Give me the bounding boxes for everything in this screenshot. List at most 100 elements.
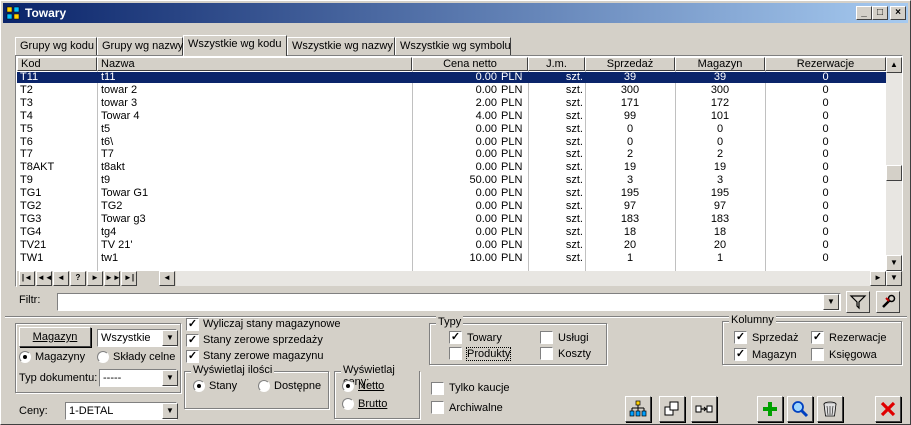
nav-first-button[interactable]: |◄ <box>19 271 35 286</box>
filter-input[interactable] <box>57 293 841 311</box>
cell-magazyn: 19 <box>713 162 727 174</box>
radio-netto[interactable] <box>342 380 354 392</box>
cell-magazyn: 0 <box>716 123 724 135</box>
nav-next-page-button[interactable]: ►► <box>104 271 121 286</box>
tab-grupy-wg-nazwy[interactable]: Grupy wg nazwy <box>97 37 183 55</box>
scroll-end-button[interactable]: ▼ <box>886 271 902 286</box>
koszty-checkbox[interactable] <box>540 347 553 360</box>
tylko-kaucje-label: Tylko kaucje <box>449 382 510 394</box>
filter-settings-button[interactable] <box>876 291 900 313</box>
cell-jm: szt. <box>565 72 583 83</box>
maximize-button[interactable]: □ <box>872 6 888 20</box>
nav-prev-page-button[interactable]: ◄◄ <box>36 271 53 286</box>
magazyn-button[interactable]: Magazyn <box>19 327 91 347</box>
radio-magazyny[interactable] <box>19 351 31 363</box>
nav-prev-button[interactable]: ◄ <box>53 271 69 286</box>
filter-button[interactable] <box>846 291 870 313</box>
hierarchy-button[interactable] <box>625 396 651 422</box>
cell-kod: T5 <box>20 123 33 135</box>
kolumna-magazyn-checkbox[interactable]: ✓ <box>734 348 747 361</box>
koszty-label: Koszty <box>558 348 592 360</box>
filter-dropdown-button[interactable]: ▼ <box>823 294 839 310</box>
scroll-up-button[interactable]: ▲ <box>886 57 902 73</box>
zerowe-sprzedazy-checkbox[interactable]: ✓ <box>186 334 199 347</box>
table-row[interactable]: TG1 Towar G1 0.00 PLN szt. 195 195 0 <box>17 188 886 199</box>
uslugi-checkbox[interactable] <box>540 331 553 344</box>
ceny-combo-arrow[interactable]: ▼ <box>162 403 178 419</box>
produkty-checkbox[interactable] <box>449 347 462 360</box>
search-button[interactable] <box>787 396 813 422</box>
column-header-cena-netto[interactable]: Cena netto <box>412 57 528 71</box>
products-grid[interactable]: Kod Nazwa Cena netto J.m. Sprzedaż Magaz… <box>15 55 903 287</box>
kolumna-rezerwacje-checkbox[interactable]: ✓ <box>811 331 824 344</box>
column-header-magazyn[interactable]: Magazyn <box>675 57 765 71</box>
tab-wszystkie-wg-kodu[interactable]: Wszystkie wg kodu <box>183 35 287 56</box>
minimize-button[interactable]: _ <box>856 6 872 20</box>
table-row[interactable]: T9 t9 50.00 PLN szt. 3 3 0 <box>17 175 886 186</box>
vertical-scrollbar[interactable]: ▲ ▼ <box>886 57 902 271</box>
cell-cena: 0.00 <box>475 201 497 212</box>
cell-sprzedaz: 0 <box>626 123 634 135</box>
archiwalne-checkbox[interactable] <box>431 401 444 414</box>
scroll-down-button[interactable]: ▼ <box>886 255 902 271</box>
kolumna-ksiegowa-checkbox[interactable] <box>811 348 824 361</box>
table-row[interactable]: T3 towar 3 2.00 PLN szt. 171 172 0 <box>17 98 886 109</box>
close-button[interactable] <box>875 396 901 422</box>
cell-magazyn: 97 <box>713 201 727 212</box>
link-button[interactable] <box>691 396 717 422</box>
table-row[interactable]: T7 T7 0.00 PLN szt. 2 2 0 <box>17 149 886 160</box>
funnel-icon <box>849 295 867 310</box>
title-bar[interactable]: Towary _ □ × <box>3 3 908 23</box>
table-row[interactable]: TG2 TG2 0.00 PLN szt. 97 97 0 <box>17 201 886 212</box>
ceny-combo[interactable]: 1-DETAL <box>65 402 177 420</box>
table-row[interactable]: TG3 Towar g3 0.00 PLN szt. 183 183 0 <box>17 214 886 225</box>
nav-next-button[interactable]: ► <box>87 271 103 286</box>
radio-sklady-celne[interactable] <box>97 351 109 363</box>
scroll-right-button[interactable]: ► <box>870 271 886 286</box>
radio-stany[interactable] <box>193 380 205 392</box>
column-header-sprzedaz[interactable]: Sprzedaż <box>585 57 675 71</box>
kolumna-sprzedaz-checkbox[interactable]: ✓ <box>734 331 747 344</box>
cell-sprzedaz: 171 <box>620 97 640 109</box>
tylko-kaucje-checkbox[interactable] <box>431 382 444 395</box>
copy-button[interactable] <box>659 396 685 422</box>
column-header-jm[interactable]: J.m. <box>528 57 585 71</box>
nav-search-button[interactable]: ? <box>70 271 86 286</box>
radio-dostepne[interactable] <box>258 380 270 392</box>
zerowe-magazynu-checkbox[interactable]: ✓ <box>186 350 199 363</box>
table-row[interactable]: TG4 tg4 0.00 PLN szt. 18 18 0 <box>17 227 886 238</box>
table-row[interactable]: T5 t5 0.00 PLN szt. 0 0 0 <box>17 124 886 135</box>
cell-kod: TW1 <box>20 252 44 264</box>
column-header-kod[interactable]: Kod <box>17 57 97 71</box>
column-header-rezerwacje[interactable]: Rezerwacje <box>765 57 886 71</box>
cell-magazyn: 195 <box>710 188 730 200</box>
wyliczaj-checkbox[interactable]: ✓ <box>186 318 199 331</box>
radio-brutto[interactable] <box>342 398 354 410</box>
nav-last-button[interactable]: ►| <box>121 271 137 286</box>
add-button[interactable] <box>757 396 783 422</box>
delete-button[interactable] <box>817 396 843 422</box>
table-row[interactable]: TW1 tw1 10.00 PLN szt. 1 1 0 <box>17 253 886 264</box>
typ-dokumentu-combo-arrow[interactable]: ▼ <box>162 370 178 386</box>
scroll-left-button[interactable]: ◄ <box>159 271 175 286</box>
close-window-button[interactable]: × <box>890 6 906 20</box>
table-row[interactable]: T2 towar 2 0.00 PLN szt. 300 300 0 <box>17 85 886 96</box>
table-row[interactable]: T4 Towar 4 4.00 PLN szt. 99 101 0 <box>17 111 886 122</box>
cell-kod: TG4 <box>20 226 42 238</box>
cell-jm: szt. <box>565 252 583 264</box>
table-row[interactable]: T6 t6\ 0.00 PLN szt. 0 0 0 <box>17 137 886 148</box>
horizontal-scroll-track[interactable] <box>176 271 870 286</box>
magazyn-combo-arrow[interactable]: ▼ <box>162 330 178 346</box>
window: Towary _ □ × Grupy wg kodu Grupy wg nazw… <box>0 0 911 425</box>
column-header-nazwa[interactable]: Nazwa <box>97 57 412 71</box>
tab-wszystkie-wg-nazwy[interactable]: Wszystkie wg nazwy <box>287 37 395 55</box>
table-row[interactable]: T8AKT t8akt 0.00 PLN szt. 19 19 0 <box>17 162 886 173</box>
table-row[interactable]: T11 t11 0.00 PLN szt. 39 39 0 <box>17 72 886 83</box>
scroll-thumb[interactable] <box>886 165 902 181</box>
table-row[interactable]: TV21 TV 21' 0.00 PLN szt. 20 20 0 <box>17 240 886 251</box>
tab-grupy-wg-kodu[interactable]: Grupy wg kodu <box>15 37 97 55</box>
tab-wszystkie-wg-symbolu[interactable]: Wszystkie wg symbolu <box>395 37 511 55</box>
zerowe-sprzedazy-label: Stany zerowe sprzedaży <box>203 334 323 346</box>
cell-nazwa: towar 2 <box>101 84 138 96</box>
towary-checkbox[interactable]: ✓ <box>449 331 462 344</box>
